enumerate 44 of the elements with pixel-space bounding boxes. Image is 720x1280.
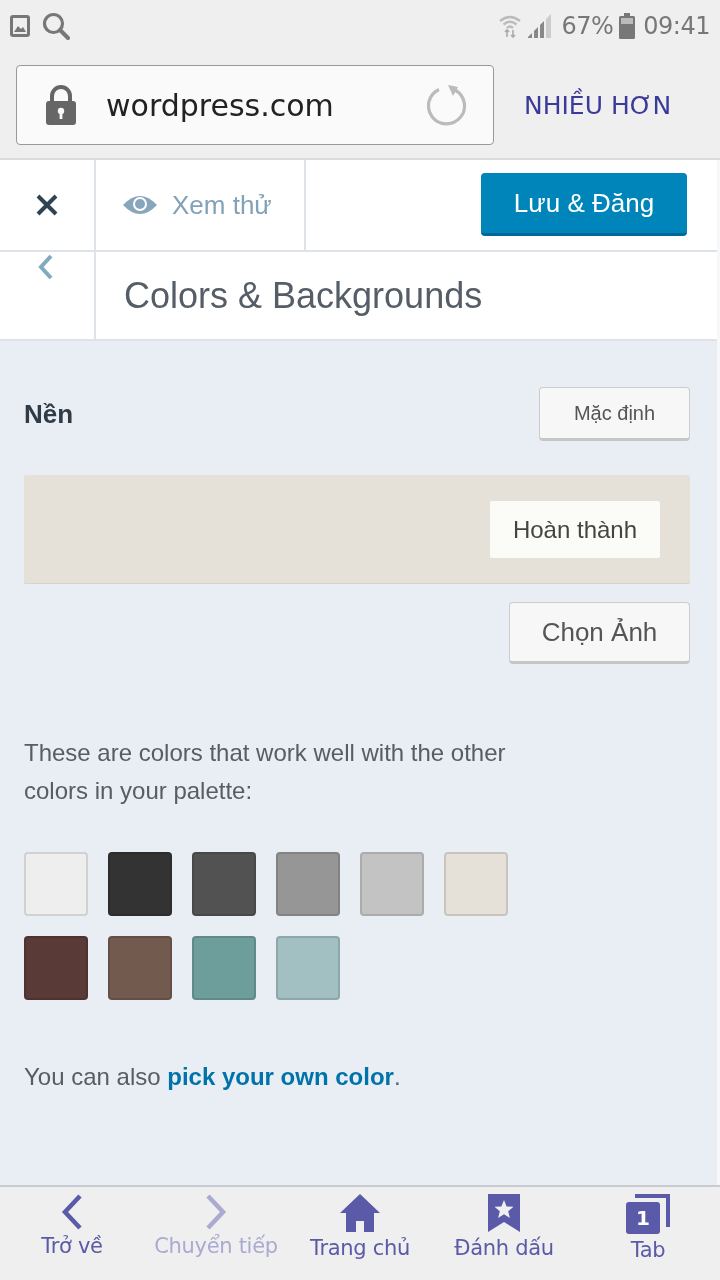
- back-button[interactable]: Trở về: [0, 1187, 144, 1280]
- battery-percent: 67%: [561, 11, 614, 41]
- battery-icon: [619, 13, 636, 39]
- color-swatch[interactable]: [108, 852, 172, 916]
- lock-icon: [46, 85, 76, 125]
- color-swatch[interactable]: [360, 852, 424, 916]
- tab-count: 1: [626, 1202, 660, 1234]
- color-swatch[interactable]: [444, 852, 508, 916]
- chevron-left-icon: [38, 254, 54, 280]
- color-preview[interactable]: Hoàn thành: [24, 475, 690, 584]
- chevron-right-icon: [205, 1194, 227, 1230]
- custom-color-note: You can also pick your own color.: [24, 1062, 402, 1092]
- choose-image-button[interactable]: Chọn Ảnh: [509, 602, 690, 664]
- section-title: Colors & Backgrounds: [124, 274, 483, 317]
- bookmark-star-icon: [488, 1194, 520, 1232]
- color-swatch[interactable]: [192, 936, 256, 1000]
- color-swatch[interactable]: [276, 936, 340, 1000]
- color-swatch[interactable]: [108, 936, 172, 1000]
- color-swatch[interactable]: [192, 852, 256, 916]
- pick-color-link[interactable]: pick your own color: [167, 1063, 394, 1090]
- url-text: wordpress.com: [106, 87, 335, 123]
- done-button[interactable]: Hoàn thành: [490, 501, 660, 558]
- chevron-left-icon: [61, 1194, 83, 1230]
- search-icon: [42, 12, 70, 40]
- address-bar[interactable]: wordpress.com: [16, 65, 494, 145]
- color-swatch[interactable]: [276, 852, 340, 916]
- wifi-icon: [499, 14, 522, 38]
- clock-time: 09:41: [643, 11, 710, 41]
- reload-icon[interactable]: [427, 84, 469, 126]
- more-button[interactable]: NHIỀU HƠN: [516, 81, 680, 129]
- background-label: Nền: [24, 398, 74, 430]
- default-button[interactable]: Mặc định: [539, 387, 690, 441]
- signal-icon: [527, 14, 554, 38]
- palette-intro: These are colors that work well with the other colors in your palette:: [24, 738, 507, 806]
- bookmark-button[interactable]: Đánh dấu: [432, 1187, 576, 1280]
- color-swatch[interactable]: [24, 852, 88, 916]
- color-swatch[interactable]: [24, 936, 88, 1000]
- tabs-button[interactable]: 1 Tab: [576, 1187, 720, 1280]
- house-icon: [340, 1194, 380, 1232]
- eye-icon: [122, 193, 158, 217]
- home-button[interactable]: Trang chủ: [288, 1187, 432, 1280]
- save-publish-button[interactable]: Lưu & Đăng: [481, 173, 687, 236]
- close-icon: [36, 194, 58, 216]
- image-icon: [10, 15, 30, 37]
